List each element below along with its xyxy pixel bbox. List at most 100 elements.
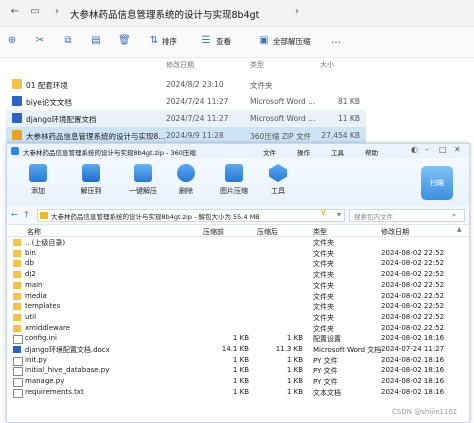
one-click-extract-button[interactable]: 一键解压	[120, 164, 166, 196]
zip-icon	[40, 212, 48, 219]
column-modified-date[interactable]: 修改日期	[381, 227, 409, 237]
search-icon[interactable]: ⌕	[452, 210, 456, 220]
zip-table-row[interactable]: xmiddleware 文件夹 2024-08-02 22:52	[7, 323, 469, 334]
paste-icon[interactable]: ▤	[90, 35, 102, 47]
path-text: 大参林药品信息管理系统的设计与实现8b4gt.zip - 解包大小为 55.4 …	[51, 213, 260, 221]
file-row[interactable]: biye论文文档 2024/7/24 11:27 Microsoft Word ..…	[6, 93, 366, 110]
app-logo-icon	[11, 147, 19, 155]
view-icon[interactable]: ☰	[200, 35, 212, 47]
add-button[interactable]: 添加	[15, 164, 61, 196]
up-arrow-icon[interactable]: ↑	[23, 210, 30, 219]
zip-table-row[interactable]: main 文件夹 2024-08-02 22:52	[7, 280, 469, 291]
zip-table-row[interactable]: django环境配置文档.docx 14.1 KB 11.3 KB Microsoft…	[7, 344, 469, 355]
zip-cell-date: 2024-08-02 22:52	[381, 323, 445, 332]
recycle-icon	[177, 164, 195, 182]
cut-icon[interactable]: ✂	[34, 35, 46, 47]
file-row[interactable]: django环境配置文档 2024/7/24 11:27 Microsoft Wor…	[6, 110, 366, 127]
copy-icon[interactable]: ⧉	[62, 35, 74, 47]
delete-icon[interactable]: 🗑	[118, 35, 131, 47]
sort-button[interactable]: 排序	[162, 36, 177, 47]
zip-table-row[interactable]: dj2 文件夹 2024-08-02 22:52	[7, 269, 469, 280]
zip-cell-name: init.py	[25, 355, 47, 364]
zip-table-row[interactable]: init.py 1 KB 1 KB PY 文件 2024-08-02 18:16	[7, 355, 469, 366]
zip-cell-name: django环境配置文档.docx	[25, 346, 110, 354]
sort-icon[interactable]: ⇅	[148, 35, 160, 47]
menu-tools[interactable]: 工具	[331, 147, 344, 157]
zip-table-row[interactable]: manage.py 1 KB 1 KB PY 文件 2024-08-02 18:16	[7, 376, 469, 388]
new-item-icon[interactable]: ⊕	[6, 35, 18, 47]
zip-cell-date: 2024-08-02 22:52	[381, 280, 445, 289]
extract-all-button[interactable]: 全部解压缩	[273, 36, 311, 47]
extract-icon[interactable]: ▣	[258, 35, 270, 47]
zip-table-row[interactable]: util 文件夹 2024-08-02 22:52	[7, 312, 469, 323]
zip-cell-type: 文件夹	[313, 249, 334, 258]
folder-up-icon	[13, 239, 21, 246]
dropdown-arrow-icon[interactable]: ▾	[337, 210, 341, 219]
menu-operate[interactable]: 操作	[297, 147, 310, 157]
sort-arrow-icon: ▲	[457, 226, 462, 233]
chevron-right-icon[interactable]: ›	[290, 5, 304, 19]
zip-cell-type: 文本文档	[313, 388, 341, 397]
zip-table-row[interactable]: media 文件夹 2024-08-02 22:52	[7, 291, 469, 302]
menu-file[interactable]: 文件	[263, 147, 276, 157]
search-placeholder: 搜索包内文件	[354, 213, 393, 221]
zip-table-row[interactable]: requirements.txt 1 KB 1 KB 文本文档 2024-08-02 1…	[7, 387, 469, 398]
window-icon: ▭	[30, 6, 40, 17]
column-date[interactable]: 修改日期	[166, 60, 194, 70]
zip-cell-date: 2024-08-02 18:16	[381, 377, 445, 386]
zip-window-titlebar: 大参林药品信息管理系统的设计与实现8b4gt.zip - 360压缩 文件 操作…	[7, 144, 469, 158]
zip-cell-comp: 1 KB	[286, 387, 303, 396]
back-arrow-icon[interactable]: ←	[8, 5, 22, 19]
more-icon[interactable]: …	[330, 35, 342, 47]
file-icon	[13, 367, 23, 377]
zip-cell-name: dj2	[25, 270, 36, 279]
zip-cell-date: 2024-07-24 11:27	[381, 345, 445, 353]
minimize-icon[interactable]: –	[425, 145, 429, 154]
zip-cell-comp: 1 KB	[286, 366, 303, 375]
image-compress-button[interactable]: 图片压缩	[211, 164, 257, 196]
skin-icon[interactable]: ◐	[411, 145, 418, 154]
explorer-path-title: 大参林药品信息管理系统的设计与实现8b4gt	[70, 10, 260, 21]
file-name: biye论文文档	[26, 98, 72, 107]
search-field[interactable]: 搜索包内文件 ⌕	[349, 209, 465, 222]
zip-table-row[interactable]: config.ini 1 KB 1 KB 配置设置 2024-08-02 18:16	[7, 333, 469, 345]
zip-icon	[12, 130, 22, 140]
file-row[interactable]: 大参林药品信息管理系统的设计与实现8... 2024/9/9 11:28 360压缩…	[6, 127, 366, 144]
folder-icon	[13, 281, 21, 289]
back-arrow-icon[interactable]: ←	[11, 210, 18, 219]
scan-badge[interactable]: 扫瞄	[421, 166, 453, 200]
extract-to-button[interactable]: 解压到	[68, 164, 114, 196]
delete-button[interactable]: 删除	[163, 164, 209, 196]
column-type[interactable]: 类型	[313, 227, 327, 237]
zip-cell-type: PY 文件	[313, 367, 338, 376]
column-name[interactable]: 名称	[27, 227, 41, 237]
view-button[interactable]: 查看	[216, 36, 231, 47]
path-field[interactable]: 大参林药品信息管理系统的设计与实现8b4gt.zip - 解包大小为 55.4 …	[37, 209, 345, 222]
image-compress-label: 图片压缩	[220, 187, 248, 195]
zip-cell-date: 2024-08-02 18:16	[381, 387, 445, 396]
menu-help[interactable]: 帮助	[365, 147, 378, 157]
file-row[interactable]: 01 配套环境 2024/8/2 23:10 文件夹	[6, 76, 366, 93]
close-icon[interactable]: ✕	[454, 145, 461, 154]
tools-button[interactable]: 工具	[255, 164, 301, 196]
word-doc-icon	[12, 113, 22, 123]
tools-icon	[269, 164, 287, 182]
column-compressed-size[interactable]: 压缩后	[257, 227, 278, 237]
column-original-size[interactable]: 压缩前	[203, 227, 224, 237]
file-type: Microsoft Word ...	[250, 97, 316, 106]
zip-table-row[interactable]: templates 文件夹 2024-08-02 22:52	[7, 301, 469, 312]
image-compress-icon	[225, 164, 243, 182]
file-size: 11 KB	[338, 114, 360, 123]
chevron-right-icon[interactable]: ›	[50, 5, 64, 19]
zip-table-row[interactable]: bin 文件夹 2024-08-02 22:52	[7, 248, 469, 259]
folder-icon	[13, 313, 21, 321]
column-size[interactable]: 大小	[320, 60, 334, 70]
chevron-down-icon[interactable]: ∨	[320, 208, 327, 218]
column-type[interactable]: 类型	[250, 60, 264, 70]
zip-table-row[interactable]: initial_hive_database.py 1 KB 1 KB PY 文件 202…	[7, 365, 469, 377]
zip-cell-date: 2024-08-02 18:16	[381, 334, 445, 343]
zip-cell-name: bin	[25, 248, 36, 257]
zip-table-row[interactable]: .. (上级目录) 文件夹	[7, 237, 469, 248]
zip-table-row[interactable]: db 文件夹 2024-08-02 22:52	[7, 258, 469, 269]
maximize-icon[interactable]: □	[439, 145, 447, 154]
